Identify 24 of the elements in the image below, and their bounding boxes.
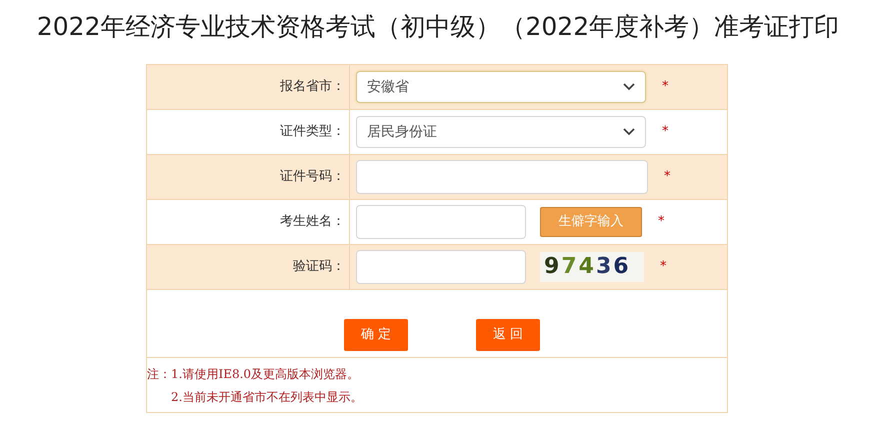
required-mark: * [662, 78, 668, 96]
required-mark: * [658, 213, 664, 232]
required-mark: * [660, 258, 666, 276]
chevron-down-icon [623, 83, 635, 91]
field-label: 考生姓名： [280, 213, 345, 232]
field-label: 证件号码： [280, 168, 345, 186]
back-button[interactable]: 返 回 [476, 319, 540, 351]
chevron-down-icon [623, 128, 635, 136]
input-field[interactable] [356, 250, 526, 284]
field-label: 证件类型： [280, 123, 345, 142]
required-mark: * [664, 168, 670, 186]
page-title: 2022年经济专业技术资格考试（初中级）（2022年度补考）准考证打印 [36, 11, 840, 43]
input-field[interactable] [356, 160, 648, 194]
note-text: 注：1.请使用IE8.0及更高版本浏览器。 [147, 366, 360, 382]
field-label: 报名省市： [280, 78, 345, 96]
input-field[interactable] [356, 205, 526, 239]
note-text: 2.当前未开通省市不在列表中显示。 [171, 388, 362, 406]
captcha-image: 97436 [540, 252, 644, 282]
confirm-button[interactable]: 确 定 [344, 319, 408, 351]
field-label: 验证码： [293, 258, 345, 276]
dropdown[interactable]: 安徽省 [356, 71, 646, 103]
rare-character-input-button[interactable]: 生僻字输入 [540, 207, 642, 237]
dropdown[interactable]: 居民身份证 [356, 116, 646, 148]
required-mark: * [662, 123, 668, 142]
